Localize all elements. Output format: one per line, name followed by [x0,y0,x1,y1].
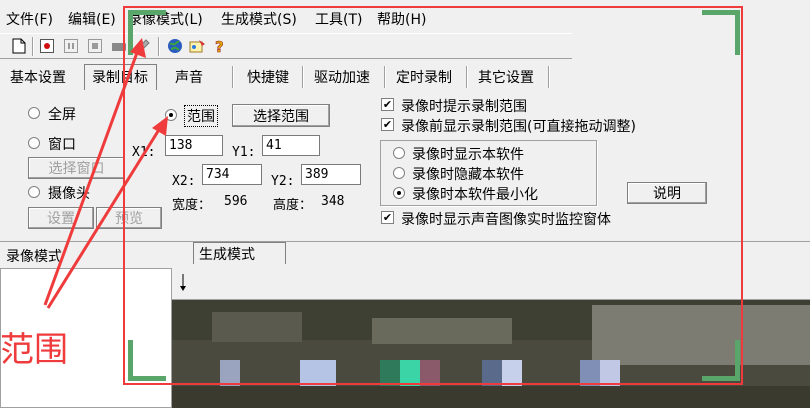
arrow-head [152,116,168,136]
arrow-to-region-radio [46,127,162,309]
arrow-head [130,38,146,58]
annotation-arrows [43,38,168,309]
annotation-label: 范围 [0,330,68,370]
arrow-to-record-menu [43,49,140,306]
